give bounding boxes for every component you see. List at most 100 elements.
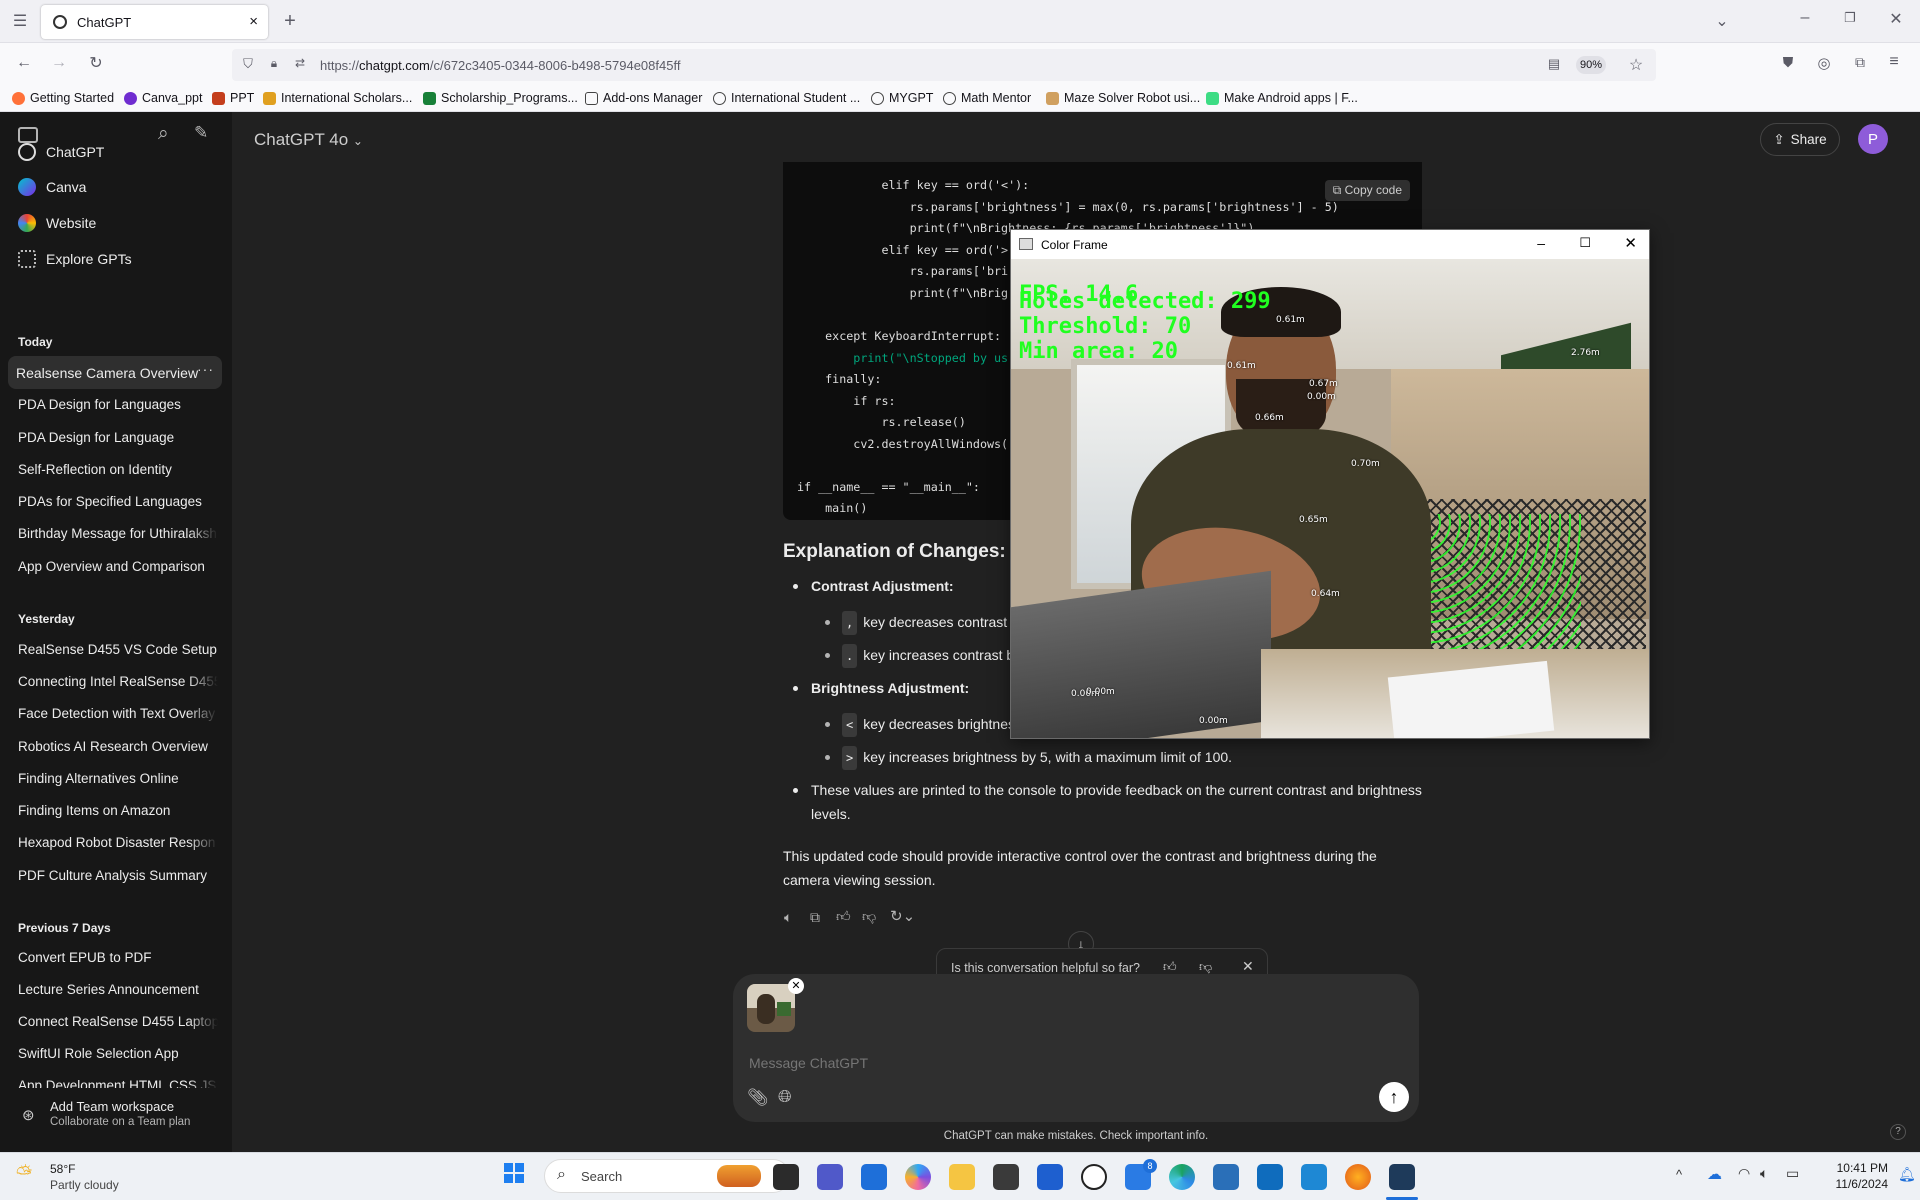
vscode-icon[interactable] [1301, 1164, 1327, 1190]
chat-item[interactable]: Connecting Intel RealSense D455 [18, 674, 218, 689]
wifi-icon[interactable]: ◠ [1738, 1165, 1750, 1182]
tab-list-icon[interactable]: ☰ [8, 11, 32, 31]
firefox-icon[interactable] [1345, 1164, 1371, 1190]
chat-item[interactable]: Birthday Message for Uthiralaksh [18, 526, 218, 541]
back-icon[interactable]: ← [12, 54, 36, 72]
pocket-icon[interactable]: ⛊ [1776, 54, 1800, 71]
copy-code-button[interactable]: ⧉ Copy code [1324, 180, 1410, 201]
attached-image[interactable] [747, 984, 795, 1032]
bookmark-star-icon[interactable]: ☆ [1624, 55, 1648, 75]
minimize-icon[interactable]: – [1537, 235, 1545, 251]
reader-view-icon[interactable]: ▤ [1542, 56, 1566, 72]
bookmark-item[interactable]: Getting Started [12, 91, 114, 105]
outlook-icon[interactable] [1257, 1164, 1283, 1190]
chevron-up-icon[interactable]: ^ [1676, 1167, 1682, 1182]
chevron-down-icon[interactable]: ⌄ [1710, 11, 1734, 31]
battery-icon[interactable]: ▭ [1786, 1165, 1799, 1182]
bookmark-item[interactable]: MYGPT [871, 91, 933, 105]
reload-icon[interactable]: ↻ [84, 53, 108, 73]
virtualbox-icon[interactable] [1213, 1164, 1239, 1190]
account-icon[interactable]: ◎ [1812, 54, 1836, 72]
bookmark-item[interactable]: Scholarship_Programs... [423, 91, 578, 105]
chat-item[interactable]: PDF Culture Analysis Summary [18, 868, 218, 883]
calendar-icon[interactable] [861, 1164, 887, 1190]
chat-item[interactable]: Lecture Series Announcement [18, 982, 218, 997]
restore-icon[interactable]: ❐ [1838, 10, 1862, 26]
thumbs-down-icon[interactable]: 👎︎ [862, 908, 876, 925]
workspace-upsell[interactable]: ⊛ Add Team workspace Collaborate on a Te… [0, 1092, 232, 1152]
onedrive-icon[interactable]: ☁ [1707, 1165, 1722, 1183]
thumbs-down-icon[interactable]: 👎︎ [1199, 959, 1212, 975]
lock-icon[interactable]: 🔒︎ [262, 56, 286, 71]
chat-item[interactable]: App Development HTML CSS JS [18, 1078, 218, 1088]
url-bar[interactable]: ⛉ 🔒︎ ⇄ https://chatgpt.com/c/672c3405-03… [232, 49, 1656, 81]
store-icon[interactable] [1037, 1164, 1063, 1190]
task-view-icon[interactable] [773, 1164, 799, 1190]
start-button[interactable] [504, 1163, 524, 1183]
thumbs-up-icon[interactable]: 👍︎ [836, 908, 851, 925]
chat-item-active[interactable]: Realsense Camera Overview ··· [8, 356, 222, 389]
chat-item[interactable]: RealSense D455 VS Code Setup [18, 642, 218, 657]
permissions-icon[interactable]: ⇄ [288, 56, 312, 70]
bookmark-item[interactable]: Math Mentor [943, 91, 1031, 105]
menu-icon[interactable]: ≡ [1882, 53, 1906, 71]
bookmark-item[interactable]: PPT [212, 91, 254, 105]
weather-widget[interactable]: ⛅︎ 58°F Partly cloudy [14, 1161, 214, 1193]
close-icon[interactable]: ✕ [1242, 958, 1254, 975]
chat-item[interactable]: PDA Design for Language [18, 430, 218, 445]
bookmark-item[interactable]: Canva_ppt [124, 91, 202, 105]
math-app-icon[interactable] [993, 1164, 1019, 1190]
file-explorer-icon[interactable] [949, 1164, 975, 1190]
close-window-icon[interactable]: ✕ [1884, 9, 1908, 29]
sidebar-item-canva[interactable]: Canva [10, 170, 222, 203]
message-input[interactable] [749, 1052, 1349, 1074]
bookmark-item[interactable]: Add-ons Manager [585, 91, 702, 105]
chat-item[interactable]: Connect RealSense D455 Laptop [18, 1014, 218, 1029]
chat-item[interactable]: PDA Design for Languages [18, 397, 218, 412]
globe-icon[interactable]: 🌐︎ [778, 1087, 792, 1107]
chat-item[interactable]: Robotics AI Research Overview [18, 739, 218, 754]
chat-item[interactable]: Finding Items on Amazon [18, 803, 218, 818]
clock[interactable]: 10:41 PM 11/6/2024 [1818, 1161, 1889, 1191]
bookmark-item[interactable]: Maze Solver Robot usi... [1046, 91, 1200, 105]
taskbar-search[interactable]: ⌕ Search [544, 1159, 790, 1193]
copilot-icon[interactable] [905, 1164, 931, 1190]
avatar[interactable]: P [1858, 124, 1888, 154]
speaker-icon[interactable]: 🔈︎ [1760, 1165, 1768, 1182]
more-options-icon[interactable]: ··· [197, 361, 214, 377]
regenerate-icon[interactable]: ↻⌄ [890, 907, 915, 925]
chat-item[interactable]: Self-Reflection on Identity [18, 462, 218, 477]
browser-tab[interactable]: ChatGPT × [41, 5, 268, 39]
bookmark-item[interactable]: International Scholars... [263, 91, 412, 105]
close-tab-icon[interactable]: × [249, 13, 258, 30]
chat-item[interactable]: App Overview and Comparison [18, 559, 218, 574]
color-frame-titlebar[interactable]: Color Frame – ☐ ✕ [1011, 230, 1649, 259]
python-window-icon[interactable] [1389, 1164, 1415, 1190]
thumbs-up-icon[interactable]: 👍︎ [1163, 959, 1177, 975]
zoom-level[interactable]: 90% [1576, 56, 1606, 74]
share-button[interactable]: ⇪ Share [1760, 123, 1840, 156]
sidebar-item-website[interactable]: Website [10, 206, 222, 239]
send-button[interactable]: ↑ [1379, 1082, 1409, 1112]
close-icon[interactable]: ✕ [1624, 234, 1637, 252]
forward-icon[interactable]: → [47, 54, 71, 72]
chat-item[interactable]: Face Detection with Text Overlay [18, 706, 218, 721]
bookmark-item[interactable]: Make Android apps | F... [1206, 91, 1358, 105]
shield-icon[interactable]: ⛉ [236, 56, 260, 72]
sidebar-item-chatgpt[interactable]: ChatGPT [10, 135, 222, 168]
edge-icon[interactable] [1169, 1164, 1195, 1190]
help-icon[interactable]: ? [1890, 1124, 1906, 1140]
color-frame-window[interactable]: Color Frame – ☐ ✕ FPS: 14.6 Holes detect… [1010, 229, 1650, 739]
new-tab-icon[interactable]: + [278, 10, 302, 33]
maximize-icon[interactable]: ☐ [1579, 235, 1591, 251]
teams-icon[interactable] [817, 1164, 843, 1190]
chat-item[interactable]: PDAs for Specified Languages [18, 494, 218, 509]
dell-icon[interactable] [1081, 1164, 1107, 1190]
chat-item[interactable]: SwiftUI Role Selection App [18, 1046, 218, 1061]
sidebar-item-explore-gpts[interactable]: Explore GPTs [10, 242, 222, 275]
minimize-icon[interactable]: – [1793, 9, 1817, 27]
copy-icon[interactable]: ⧉ [810, 909, 820, 926]
model-selector[interactable]: ChatGPT 4o ⌄ [254, 130, 363, 150]
chat-item[interactable]: Finding Alternatives Online [18, 771, 218, 786]
paperclip-icon[interactable]: 📎︎ [747, 1088, 769, 1108]
